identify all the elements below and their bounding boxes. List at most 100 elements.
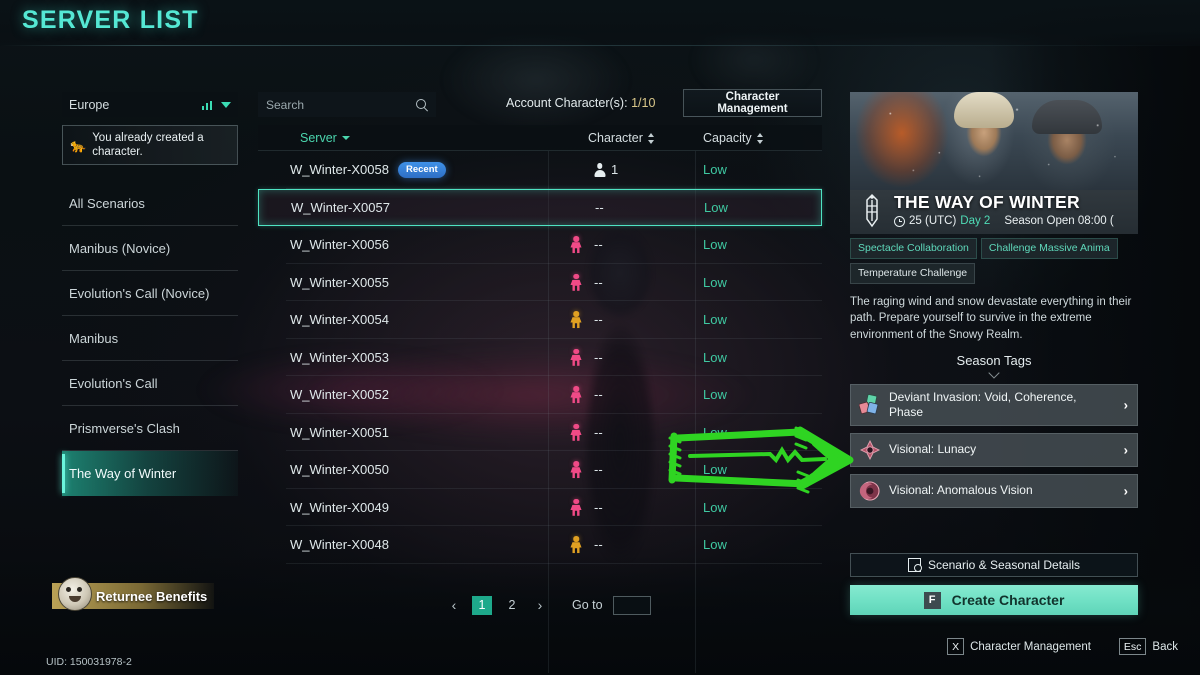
key-hint-esc: Esc xyxy=(1118,638,1147,655)
scenario-seasonal-details-button[interactable]: Scenario & Seasonal Details xyxy=(850,553,1138,577)
server-name: W_Winter-X0054 xyxy=(290,312,389,328)
season-tag-visional-anomalous-vision[interactable]: Visional: Anomalous Vision › xyxy=(850,473,1138,508)
table-row[interactable]: W_Winter-X0056 -- Low xyxy=(258,226,822,264)
server-name-cell: W_Winter-X0056 xyxy=(290,226,389,264)
goto-page-input[interactable] xyxy=(612,595,651,615)
header-divider xyxy=(0,45,1200,46)
season-time: 25 (UTC) xyxy=(909,215,957,227)
character-class-icon xyxy=(558,264,594,302)
character-count: -- xyxy=(594,424,603,440)
capacity-cell: Low xyxy=(703,462,727,478)
character-count-cell: -- xyxy=(594,376,603,414)
character-management-button[interactable]: Character Management xyxy=(683,89,822,117)
season-header: THE WAY OF WINTER 25 (UTC) Day 2 Season … xyxy=(850,190,1138,234)
sidebar-item-the-way-of-winter[interactable]: The Way of Winter xyxy=(62,451,238,496)
table-row[interactable]: W_Winter-X0055 -- Low xyxy=(258,264,822,302)
chevron-right-icon[interactable]: › xyxy=(532,595,548,615)
season-chip-challenge-massive-anima: Challenge Massive Anima xyxy=(980,238,1118,259)
season-tag-label: Visional: Anomalous Vision xyxy=(889,483,1033,498)
season-tags-heading: Season Tags xyxy=(850,353,1138,368)
returnee-benefits-button[interactable]: Returnee Benefits xyxy=(52,577,214,611)
table-row[interactable]: W_Winter-X0051 -- Low xyxy=(258,414,822,452)
scenario-label: Manibus xyxy=(69,330,119,346)
region-selector[interactable]: Europe xyxy=(62,92,238,117)
server-name: W_Winter-X0053 xyxy=(290,349,389,365)
character-count: -- xyxy=(594,537,603,553)
hint-character-management[interactable]: X Character Management xyxy=(947,638,1091,655)
table-row[interactable]: W_Winter-X0054 -- Low xyxy=(258,301,822,339)
page-title: SERVER LIST xyxy=(22,6,199,34)
clock-icon xyxy=(894,215,905,227)
character-class-icon xyxy=(558,489,594,527)
capacity-cell: Low xyxy=(703,387,727,403)
row-divider xyxy=(286,562,822,564)
hint-label: Character Management xyxy=(970,640,1091,653)
panda-avatar-icon xyxy=(58,577,92,611)
server-name-cell: W_Winter-X0048 xyxy=(290,526,389,564)
search-input[interactable]: Search xyxy=(258,92,436,117)
character-management-line2: Management xyxy=(717,103,788,115)
account-characters-value: 1/10 xyxy=(631,96,656,110)
key-hint-x: X xyxy=(947,638,965,655)
sidebar: Europe 🐆 You already created a character… xyxy=(62,92,238,496)
create-character-label: Create Character xyxy=(951,592,1065,608)
returnee-benefits-label: Returnee Benefits xyxy=(96,588,208,604)
create-character-button[interactable]: F Create Character xyxy=(850,585,1138,615)
page-button-1[interactable]: 1 xyxy=(472,595,492,615)
chevron-right-icon: › xyxy=(1123,483,1128,499)
character-count: -- xyxy=(594,387,603,403)
page-button-2[interactable]: 2 xyxy=(502,596,522,615)
sidebar-item-evolutions-call[interactable]: Evolution's Call xyxy=(62,361,238,406)
sidebar-item-all-scenarios[interactable]: All Scenarios xyxy=(62,181,238,226)
recent-badge: Recent xyxy=(397,161,446,178)
column-label: Character xyxy=(588,131,643,145)
server-name-cell: W_Winter-X0051 xyxy=(290,414,389,452)
sidebar-item-manibus-novice[interactable]: Manibus (Novice) xyxy=(62,226,238,271)
column-label: Server xyxy=(300,131,337,145)
sidebar-item-prismverses-clash[interactable]: Prismverse's Clash xyxy=(62,406,238,451)
table-row[interactable]: W_Winter-X0050 -- Low xyxy=(258,451,822,489)
season-tag-visional-lunacy[interactable]: Visional: Lunacy › xyxy=(850,432,1138,467)
sidebar-item-evolutions-call-novice[interactable]: Evolution's Call (Novice) xyxy=(62,271,238,316)
butterfly-icon: 🐆 xyxy=(70,137,87,153)
server-name-cell: W_Winter-X0052 xyxy=(290,376,389,414)
season-tag-deviant-invasion[interactable]: Deviant Invasion: Void, Coherence, Phase… xyxy=(850,383,1138,426)
hero-snow-overlay xyxy=(850,92,1138,190)
season-title: THE WAY OF WINTER xyxy=(894,192,1080,212)
server-name-cell: W_Winter-X0053 xyxy=(290,339,389,377)
capacity-cell: Low xyxy=(703,312,727,328)
capacity-cell: Low xyxy=(703,237,727,253)
scenario-label: Evolution's Call (Novice) xyxy=(69,285,210,301)
chevron-right-icon: › xyxy=(1123,397,1128,413)
character-class-icon xyxy=(558,226,594,264)
character-count: -- xyxy=(594,349,603,365)
details-button-label: Scenario & Seasonal Details xyxy=(927,558,1081,572)
chevron-left-icon[interactable]: ‹ xyxy=(446,595,462,615)
hint-back[interactable]: Esc Back xyxy=(1118,638,1178,655)
capacity-cell: Low xyxy=(703,274,727,290)
person-icon xyxy=(594,163,605,176)
column-header-capacity[interactable]: Capacity xyxy=(703,125,764,151)
goto-label: Go to xyxy=(572,598,603,612)
character-count: -- xyxy=(594,274,603,290)
server-name: W_Winter-X0057 xyxy=(291,199,390,215)
column-header-server[interactable]: Server xyxy=(300,125,350,151)
table-row[interactable]: W_Winter-X0058 Recent 1 Low xyxy=(258,151,822,189)
document-search-icon xyxy=(907,558,922,572)
footer-hints: X Character Management Esc Back xyxy=(947,638,1178,655)
column-header-character[interactable]: Character xyxy=(588,125,655,151)
table-row[interactable]: W_Winter-X0057 -- Low xyxy=(258,188,822,226)
character-class-icon xyxy=(558,414,594,452)
sidebar-item-manibus[interactable]: Manibus xyxy=(62,316,238,361)
table-row[interactable]: W_Winter-X0048 -- Low xyxy=(258,526,822,564)
capacity-cell: Low xyxy=(703,499,727,515)
server-list-screen: SERVER LIST Europe 🐆 You already created… xyxy=(0,0,1200,675)
character-count-cell: -- xyxy=(595,190,604,226)
character-class-icon xyxy=(558,339,594,377)
table-row[interactable]: W_Winter-X0049 -- Low xyxy=(258,489,822,527)
character-class-icon xyxy=(558,451,594,489)
character-class-icon xyxy=(558,301,594,339)
table-row[interactable]: W_Winter-X0053 -- Low xyxy=(258,339,822,377)
season-chip-spectacle-collaboration: Spectacle Collaboration xyxy=(850,238,977,259)
table-row[interactable]: W_Winter-X0052 -- Low xyxy=(258,376,822,414)
